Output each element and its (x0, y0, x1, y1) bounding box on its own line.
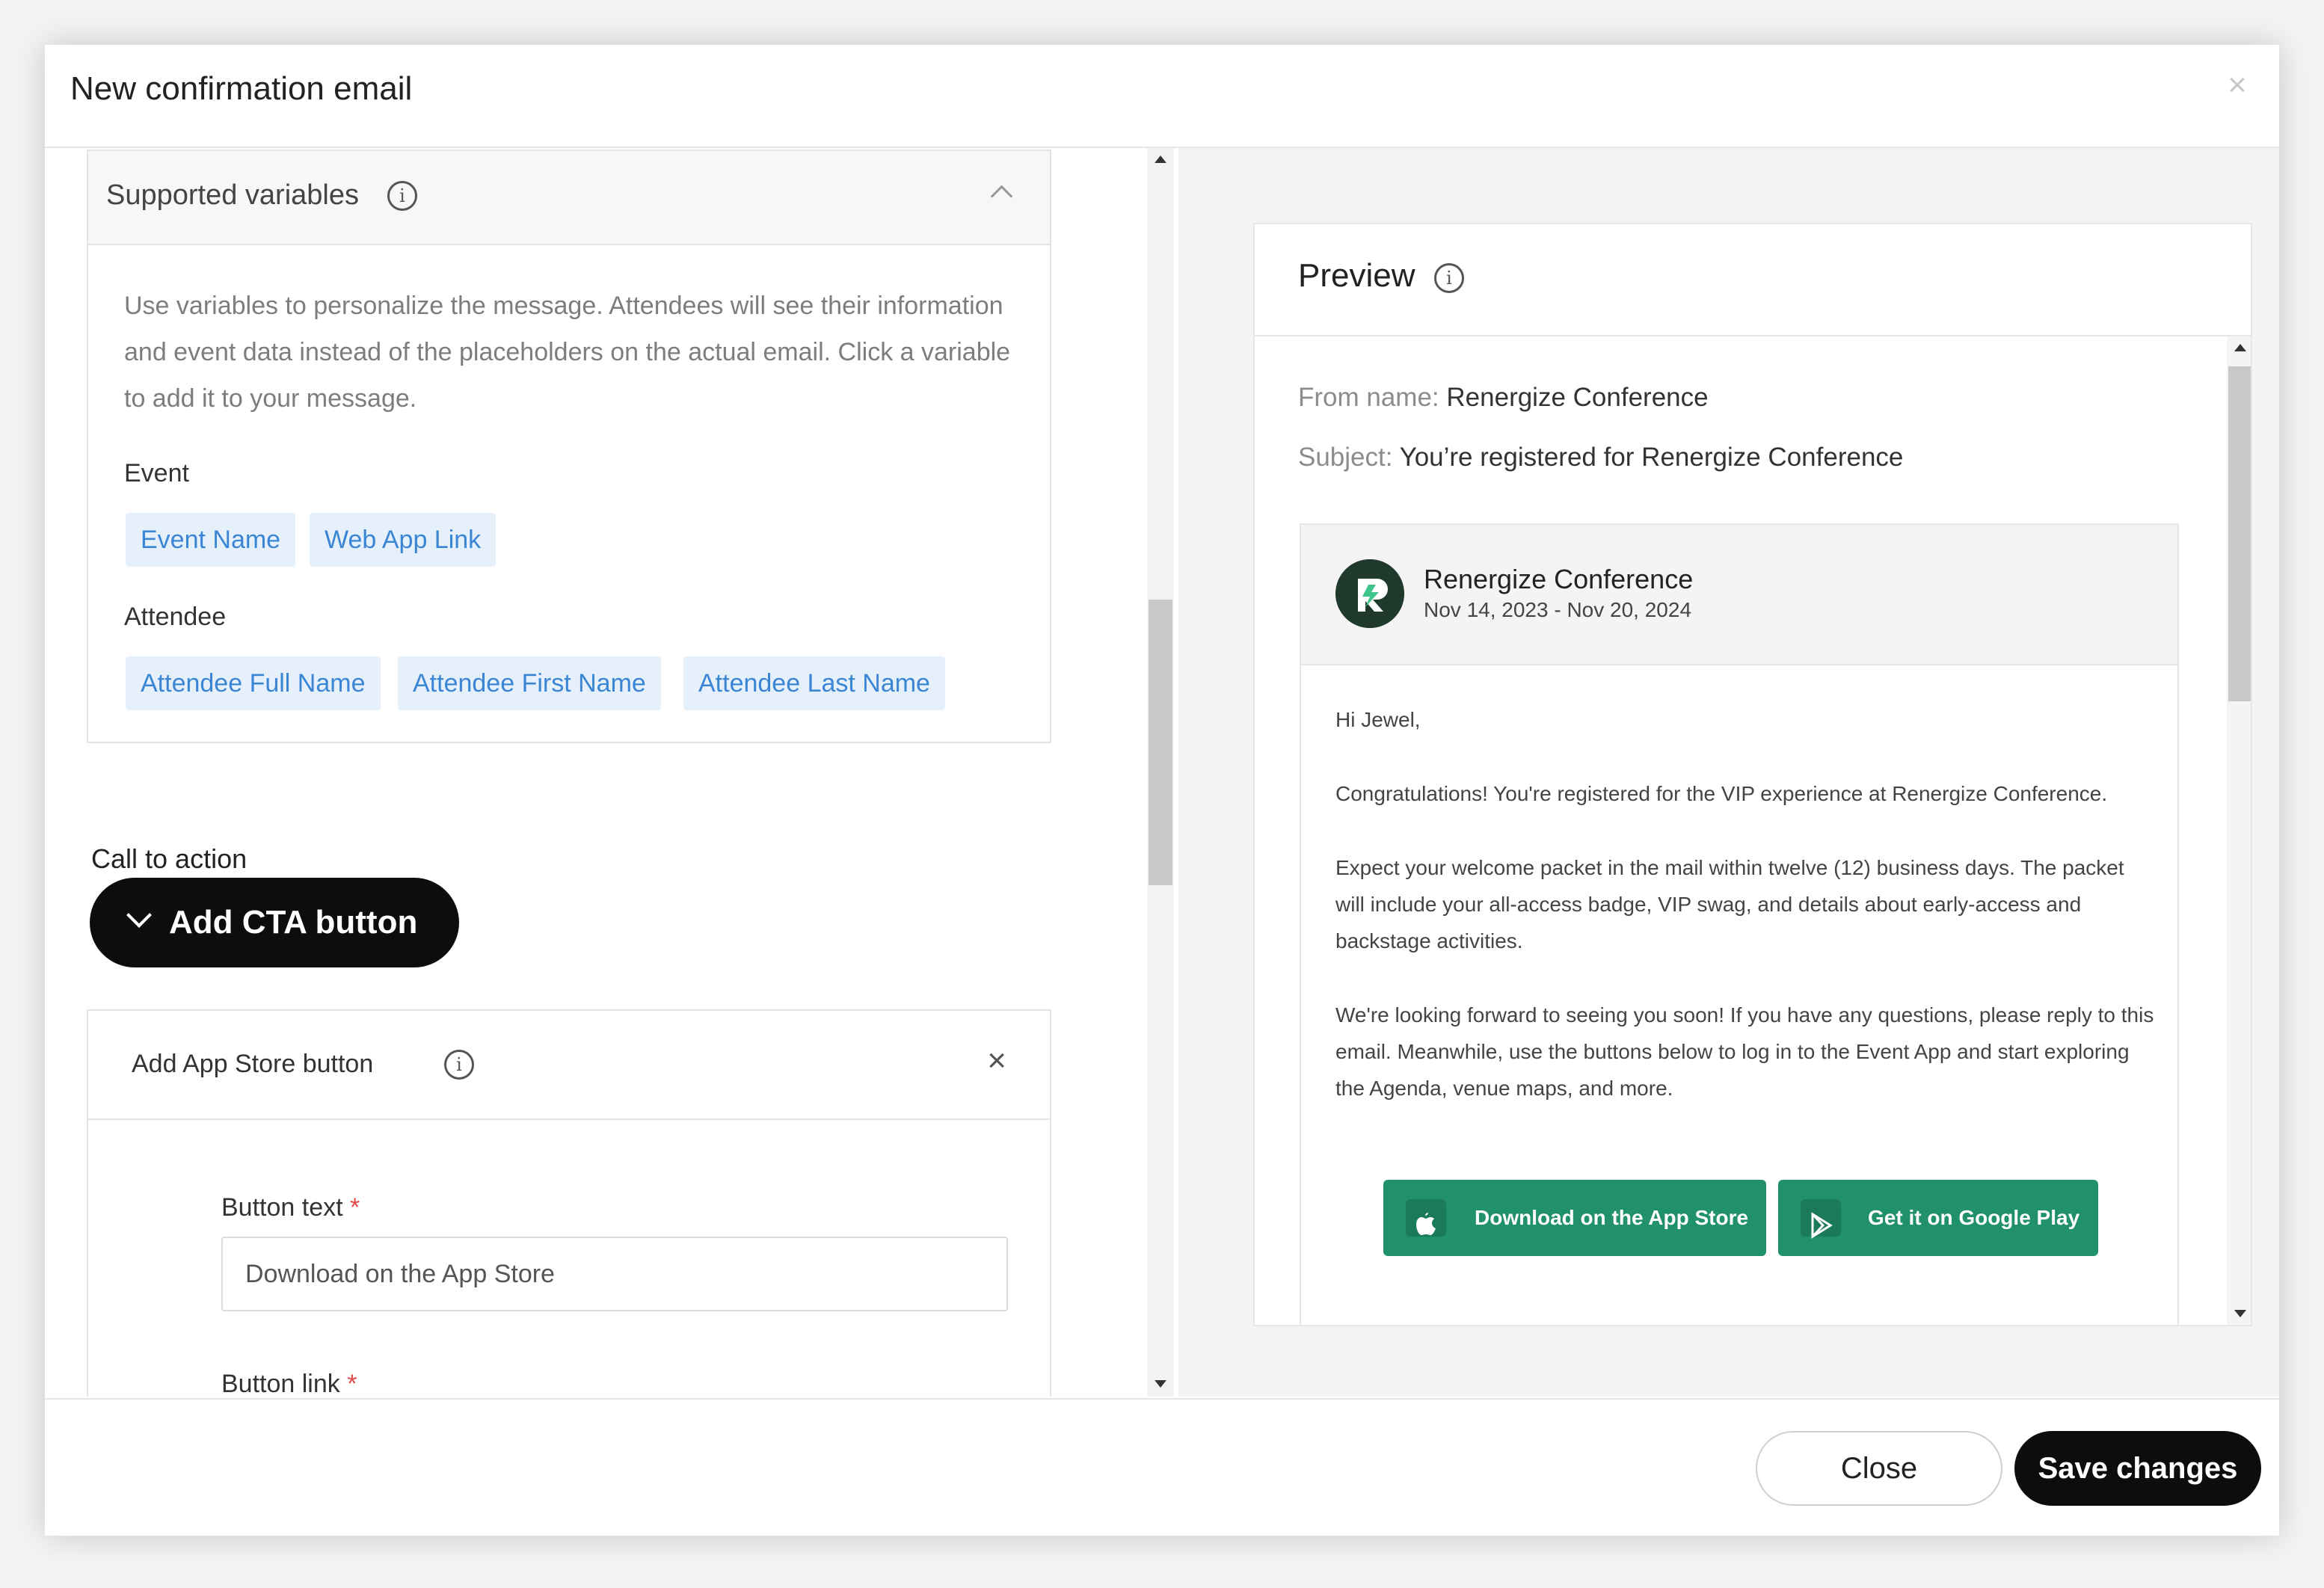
button-text-label-text: Button text (221, 1193, 343, 1222)
preview-header: Preview i (1255, 224, 2251, 336)
scroll-up-arrow-icon[interactable] (2234, 344, 2246, 351)
supported-variables-header[interactable]: Supported variables i (88, 151, 1050, 245)
scroll-down-arrow-icon[interactable] (2234, 1310, 2246, 1317)
google-play-preview-button-label: Get it on Google Play (1868, 1206, 2080, 1229)
subject-row: Subject: You’re registered for Renergize… (1298, 443, 1903, 473)
modal-title: New confirmation email (70, 70, 413, 107)
editor-pane: Supported variables i Use variables to p… (45, 148, 1110, 1397)
variable-chip-web-app-link[interactable]: Web App Link (310, 513, 497, 567)
variable-chip-attendee-first-name[interactable]: Attendee First Name (398, 656, 661, 710)
app-store-preview-button-label: Download on the App Store (1475, 1206, 1749, 1229)
subject-value: You’re registered for Renergize Conferen… (1399, 443, 1904, 472)
preview-pane: Preview i From name: Renergize Conferenc… (1178, 148, 2279, 1397)
from-name-value: Renergize Conference (1446, 383, 1709, 412)
close-icon[interactable]: × (2215, 63, 2260, 108)
scrollbar-thumb[interactable] (1149, 600, 1172, 885)
close-icon[interactable]: × (987, 1042, 1006, 1080)
variable-chip-event-name[interactable]: Event Name (126, 513, 296, 567)
email-greeting: Hi Jewel, (1335, 708, 1421, 731)
add-cta-button[interactable]: Add CTA button (90, 878, 459, 967)
preview-title: Preview (1298, 257, 1415, 294)
button-link-label-text: Button link (221, 1370, 340, 1397)
from-name-label: From name: (1298, 383, 1439, 412)
variable-chip-attendee-last-name[interactable]: Attendee Last Name (683, 656, 945, 710)
event-name: Renergize Conference (1424, 564, 1694, 594)
supported-variables-panel: Supported variables i Use variables to p… (87, 150, 1051, 743)
button-text-input[interactable] (221, 1237, 1008, 1311)
variable-group-attendee-label: Attendee (124, 603, 227, 631)
close-button[interactable]: Close (1756, 1431, 2002, 1506)
email-paragraph: Expect your welcome packet in the mail w… (1335, 856, 2124, 953)
email-body: Hi Jewel, Congratulations! You're regist… (1335, 701, 2158, 1144)
info-icon[interactable]: i (444, 1050, 474, 1080)
required-mark: * (347, 1370, 357, 1397)
subject-label: Subject: (1298, 443, 1393, 472)
scrollbar-thumb[interactable] (2228, 366, 2251, 701)
variable-group-event-label: Event (124, 459, 189, 487)
google-play-preview-button[interactable]: Get it on Google Play (1778, 1180, 2098, 1256)
button-text-label: Button text * (221, 1193, 360, 1222)
email-paragraph: Congratulations! You're registered for t… (1335, 782, 2108, 805)
info-icon[interactable]: i (387, 181, 417, 211)
info-icon[interactable]: i (1434, 263, 1464, 293)
add-cta-button-label: Add CTA button (169, 904, 418, 941)
button-link-label: Button link * (221, 1370, 357, 1397)
confirmation-email-modal: New confirmation email × Supported varia… (45, 45, 2279, 1536)
scroll-down-arrow-icon[interactable] (1155, 1380, 1166, 1388)
app-store-button-panel: Add App Store button i × Button text * B… (87, 1009, 1051, 1397)
variables-description: Use variables to personalize the message… (124, 292, 1011, 413)
required-mark: * (350, 1193, 360, 1222)
google-play-icon (1801, 1199, 1841, 1239)
supported-variables-title: Supported variables (106, 179, 359, 211)
app-store-panel-header: Add App Store button i × (88, 1011, 1050, 1120)
chevron-down-icon (126, 902, 152, 928)
preview-card: Preview i From name: Renergize Conferenc… (1253, 223, 2252, 1326)
app-store-panel-title: Add App Store button (132, 1050, 374, 1078)
save-changes-button[interactable]: Save changes (2014, 1431, 2261, 1506)
call-to-action-label: Call to action (91, 843, 248, 874)
email-preview: Renergize Conference Nov 14, 2023 - Nov … (1300, 523, 2179, 1325)
preview-scrollbar[interactable] (2227, 336, 2251, 1325)
chevron-up-icon[interactable] (990, 185, 1013, 208)
logo-icon (1335, 559, 1404, 628)
email-header: Renergize Conference Nov 14, 2023 - Nov … (1301, 525, 2177, 665)
event-dates: Nov 14, 2023 - Nov 20, 2024 (1424, 598, 1692, 621)
modal-header: New confirmation email × (45, 45, 2279, 148)
modal-footer: Close Save changes (45, 1398, 2279, 1536)
editor-scrollbar[interactable] (1147, 148, 1174, 1397)
scroll-up-arrow-icon[interactable] (1155, 156, 1166, 163)
email-paragraph: We're looking forward to seeing you soon… (1335, 1003, 2154, 1100)
from-name-row: From name: Renergize Conference (1298, 383, 1709, 413)
apple-icon (1406, 1199, 1446, 1237)
variable-chip-attendee-full-name[interactable]: Attendee Full Name (126, 656, 381, 710)
app-store-preview-button[interactable]: Download on the App Store (1383, 1180, 1766, 1256)
